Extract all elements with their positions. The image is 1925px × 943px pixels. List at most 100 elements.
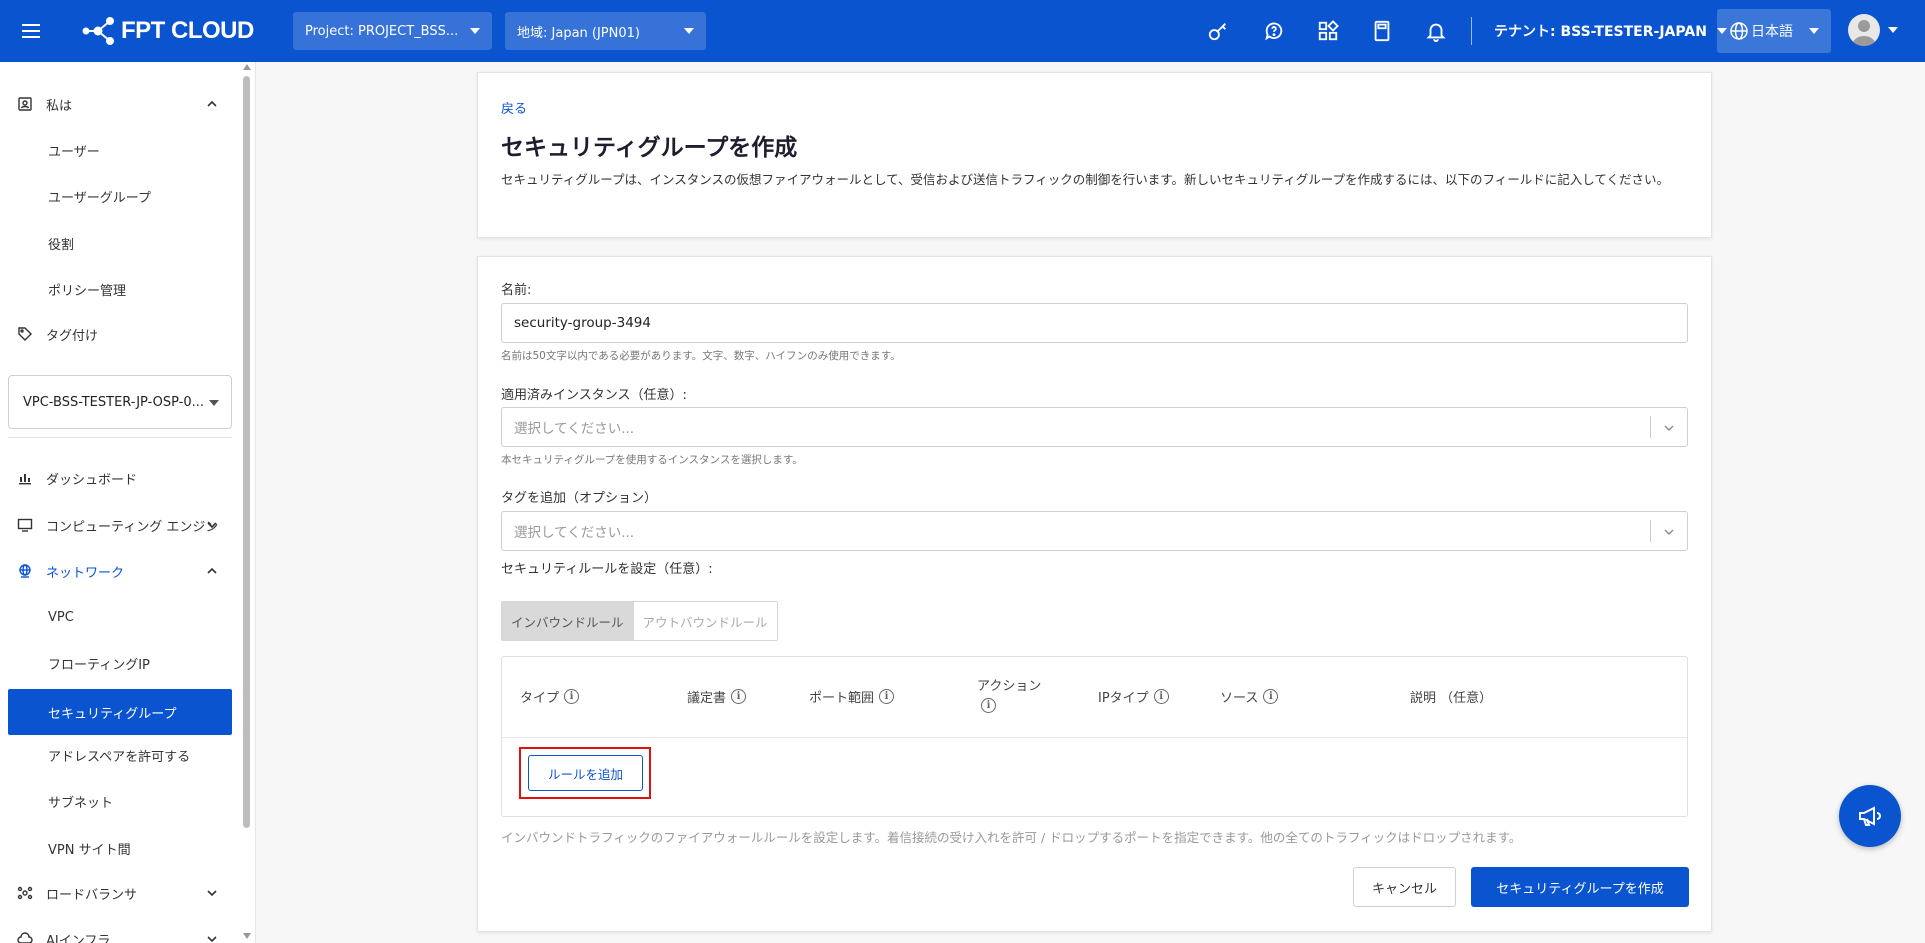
region-label: 地域: Japan (JPN01)	[517, 25, 640, 41]
name-value: security-group-3494	[514, 315, 651, 331]
name-field[interactable]: security-group-3494	[501, 303, 1688, 343]
sidebar-item-subnet[interactable]: サブネット	[8, 781, 232, 821]
announcement-button[interactable]	[1839, 785, 1901, 847]
column-label: アクション	[977, 679, 1042, 694]
project-label: Project: PROJECT_BSS...	[305, 23, 459, 39]
info-icon[interactable]: i	[564, 689, 580, 704]
cloud-icon	[16, 930, 34, 943]
tenant-label: テナント: BSS-TESTER-JAPAN	[1494, 24, 1707, 40]
tag-icon	[16, 325, 34, 343]
page-description: セキュリティグループは、インスタンスの仮想ファイアウォールとして、受信および送信…	[501, 172, 1670, 187]
caret-down-icon	[684, 28, 694, 34]
tab-inbound[interactable]: インバウンドルール	[502, 602, 634, 640]
add-rule-highlight: ルールを追加	[519, 747, 651, 799]
column-protocol: 議定書 i	[687, 687, 747, 706]
region-select[interactable]: 地域: Japan (JPN01)	[505, 12, 706, 50]
sidebar-item-load-balancer[interactable]: ロードバランサ	[8, 873, 232, 913]
key-icon[interactable]	[1206, 19, 1230, 43]
apps-icon[interactable]	[1316, 19, 1340, 43]
top-bar: FPT CLOUD Project: PROJECT_BSS... 地域: Ja…	[0, 0, 1925, 62]
table-header-divider	[502, 737, 1687, 738]
instances-placeholder: 選択してください...	[514, 421, 635, 437]
column-type: タイプ i	[520, 687, 580, 706]
bell-icon[interactable]	[1424, 19, 1448, 43]
sidebar-item-policy[interactable]: ポリシー管理	[8, 269, 232, 309]
info-icon[interactable]: i	[1153, 689, 1169, 704]
globe-icon	[16, 562, 34, 580]
column-port-range: ポート範囲 i	[809, 687, 895, 706]
sidebar-section-label: ネットワーク	[46, 565, 125, 581]
tab-outbound[interactable]: アウトバウンドルール	[633, 602, 777, 640]
sidebar-item-vpn[interactable]: VPN サイト間	[8, 828, 232, 868]
sidebar-item-users[interactable]: ユーザー	[8, 130, 232, 170]
sidebar-item-floating-ip[interactable]: フローティングIP	[8, 643, 232, 683]
calculator-icon[interactable]	[1370, 19, 1394, 43]
info-icon[interactable]: i	[981, 698, 996, 713]
column-label: タイプ	[520, 691, 560, 706]
tenant-select[interactable]: テナント: BSS-TESTER-JAPAN	[1494, 19, 1727, 43]
rules-note: インバウンドトラフィックのファイアウォールルールを設定します。着信接続の受け入れ…	[501, 830, 1522, 845]
rules-table: タイプ i 議定書 i ポート範囲 i アクション i IPタイプ i ソース i 説明 （…	[501, 656, 1688, 817]
sidebar-item-label: ポリシー管理	[48, 283, 127, 299]
column-ip-type: IPタイプ i	[1098, 687, 1169, 706]
brand-logo[interactable]: FPT CLOUD	[80, 16, 260, 46]
sidebar-item-label: ユーザー	[48, 144, 100, 160]
sidebar-item-label: ロードバランサ	[46, 887, 138, 903]
sidebar-item-label: 役割	[48, 237, 75, 253]
sidebar-item-label: アドレスペアを許可する	[48, 749, 191, 765]
megaphone-icon	[1859, 806, 1881, 826]
sidebar-item-dashboard[interactable]: ダッシュボード	[8, 458, 232, 498]
rules-tabs: インバウンドルール アウトバウンドルール	[501, 601, 778, 641]
info-icon[interactable]: i	[879, 689, 895, 704]
sidebar-item-label: AIインフラ	[46, 933, 111, 943]
sidebar-item-label: セキュリティグループ	[48, 706, 177, 722]
sidebar-item-compute[interactable]: コンピューティング エンジン	[8, 505, 232, 545]
globe-icon	[1730, 22, 1748, 40]
info-icon[interactable]: i	[731, 689, 747, 704]
caret-down-icon	[470, 28, 480, 34]
chevron-up-icon	[207, 100, 217, 107]
instances-select[interactable]: 選択してください...	[501, 407, 1688, 447]
header-divider	[1471, 17, 1472, 45]
sidebar-item-user-groups[interactable]: ユーザーグループ	[8, 176, 232, 216]
monitor-icon	[16, 516, 34, 534]
back-link[interactable]: 戻る	[501, 98, 527, 117]
chevron-up-icon	[207, 567, 217, 574]
column-label: ポート範囲	[809, 691, 875, 706]
sidebar-item-tagging[interactable]: タグ付け	[8, 314, 232, 354]
sidebar-item-ai-infra[interactable]: AIインフラ	[8, 919, 232, 943]
name-hint: 名前は50文字以内である必要があります。文字、数字、ハイフンのみ使用できます。	[501, 350, 901, 362]
help-icon[interactable]	[1262, 19, 1286, 43]
add-rule-button[interactable]: ルールを追加	[528, 755, 643, 791]
menu-icon[interactable]	[0, 0, 62, 62]
scroll-down-arrow[interactable]	[243, 933, 251, 939]
tags-placeholder: 選択してください...	[514, 525, 635, 541]
sidebar-item-roles[interactable]: 役割	[8, 223, 232, 263]
sidebar-section-iam[interactable]: 私は	[8, 84, 232, 124]
sidebar-item-vpc[interactable]: VPC	[8, 597, 232, 637]
info-icon[interactable]: i	[1263, 689, 1279, 704]
brand-name: FPT CLOUD	[121, 17, 254, 44]
scroll-up-arrow[interactable]	[243, 64, 251, 70]
load-balancer-icon	[16, 884, 34, 902]
user-menu[interactable]	[1848, 14, 1898, 46]
tags-select[interactable]: 選択してください...	[501, 511, 1688, 551]
vpc-select-value: VPC-BSS-TESTER-JP-OSP-0...	[23, 394, 205, 410]
sidebar-section-network[interactable]: ネットワーク	[8, 551, 232, 591]
sidebar: 私は ユーザー ユーザーグループ 役割 ポリシー管理 タグ付け VPC-BSS-…	[0, 62, 256, 943]
sidebar-item-allowed-address-pairs[interactable]: アドレスペアを許可する	[8, 735, 232, 775]
name-label: 名前:	[501, 283, 532, 298]
column-label: ソース	[1220, 691, 1259, 706]
chevron-down-icon	[207, 936, 217, 943]
vpc-select[interactable]: VPC-BSS-TESTER-JP-OSP-0...	[8, 375, 232, 429]
sidebar-item-security-group[interactable]: セキュリティグループ	[8, 689, 232, 735]
cancel-button[interactable]: キャンセル	[1353, 867, 1456, 907]
chevron-down-icon	[1664, 425, 1674, 431]
select-separator	[1650, 416, 1651, 438]
language-select[interactable]: 日本語	[1717, 9, 1831, 53]
page-title: セキュリティグループを作成	[501, 135, 798, 161]
sidebar-item-label: サブネット	[48, 795, 114, 811]
create-security-group-button[interactable]: セキュリティグループを作成	[1471, 867, 1689, 907]
project-select[interactable]: Project: PROJECT_BSS...	[293, 12, 492, 50]
sidebar-scrollbar[interactable]	[243, 76, 250, 828]
